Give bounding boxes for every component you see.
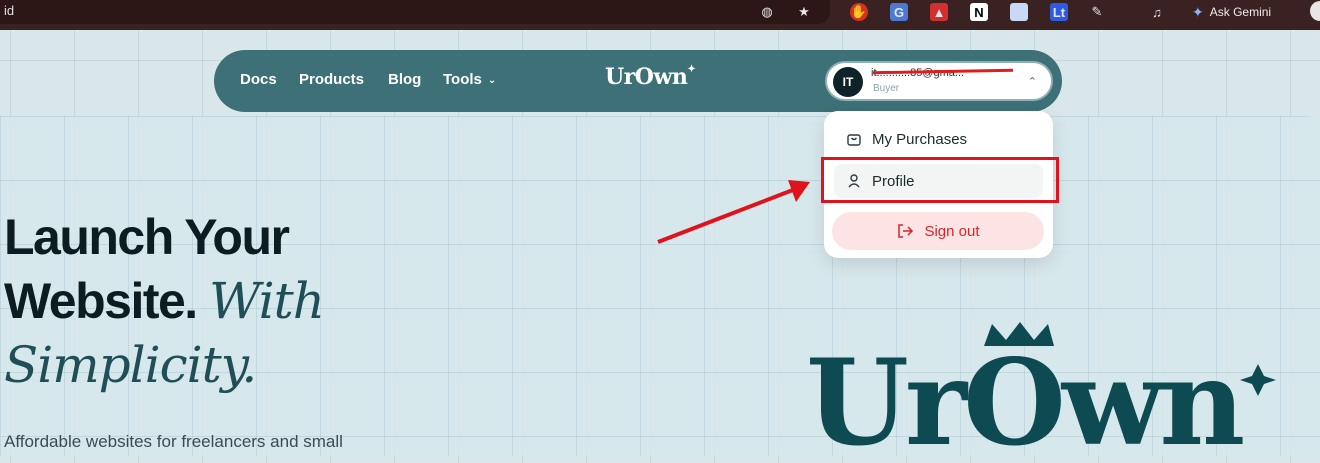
annotation-highlight-box — [821, 157, 1059, 203]
hero-title-italic: With — [209, 272, 325, 330]
sparkle-icon: ✦ — [687, 64, 696, 75]
brand-logo[interactable]: UrOwn✦ — [605, 64, 696, 90]
hero-logo: UrOwn — [806, 320, 1286, 463]
sign-out-button[interactable]: Sign out — [832, 212, 1044, 250]
sign-out-icon — [898, 224, 914, 238]
nav-link-blog[interactable]: Blog — [388, 71, 421, 88]
translate-extension-icon[interactable]: G — [890, 3, 908, 21]
nav-link-products[interactable]: Products — [299, 71, 364, 88]
extension-red-icon[interactable]: ▲ — [930, 3, 948, 21]
nav-link-tools-label: Tools — [443, 71, 482, 88]
ask-gemini-label: Ask Gemini — [1209, 5, 1272, 19]
notion-extension-icon[interactable]: N — [970, 3, 988, 21]
user-menu-toggle[interactable]: IT it...........85@gma... Buyer ⌃ — [825, 61, 1053, 101]
site-navbar: Docs Products Blog Tools ⌄ UrOwn✦ IT it.… — [214, 50, 1062, 112]
puzzle-extensions-icon[interactable]: ✎ — [1088, 3, 1106, 21]
bookmark-star-icon[interactable]: ★ — [795, 3, 813, 21]
gemini-spark-icon: ✦ — [1192, 3, 1204, 20]
nav-tools-dropdown[interactable]: Tools ⌄ — [443, 71, 496, 88]
hero-title-line-1: Launch Your — [4, 209, 290, 265]
user-role: Buyer — [873, 83, 900, 94]
chevron-down-icon: ⌄ — [487, 75, 497, 86]
address-bar[interactable]: id ◍ ★ — [0, 0, 830, 24]
avatar: IT — [833, 67, 863, 97]
sign-out-label: Sign out — [924, 222, 980, 240]
chevron-up-icon: ⌃ — [1027, 76, 1037, 88]
brand-logo-text: UrOwn — [605, 64, 688, 90]
lt-extension-icon[interactable]: Lt — [1050, 3, 1068, 21]
address-bar-text: id — [4, 3, 15, 18]
ask-gemini-button[interactable]: ✦ Ask Gemini — [1192, 2, 1271, 22]
nav-link-docs[interactable]: Docs — [240, 71, 277, 88]
shopping-bag-icon — [847, 134, 861, 146]
hero-title-bold: Website. — [4, 273, 198, 329]
hero-logo-text: UrOwn — [806, 333, 1245, 463]
browser-profile-avatar[interactable] — [1310, 1, 1320, 21]
eye-off-icon[interactable]: ◍ — [758, 3, 776, 21]
browser-toolbar: id ◍ ★ ✋ G ▲ N Lt ✎ ♫ ✦ Ask Gemini — [0, 0, 1320, 30]
hero-subtitle: Affordable websites for freelancers and … — [4, 432, 343, 451]
media-queue-icon[interactable]: ♫ — [1148, 3, 1166, 21]
menu-item-label: My Purchases — [872, 130, 968, 148]
hero-title: Launch Your Website. With Simplicity. — [4, 205, 325, 397]
extension-hand-icon[interactable]: ✋ — [850, 3, 868, 21]
menu-item-my-purchases[interactable]: My Purchases — [834, 122, 1043, 156]
hero-title-line-2: Website. With — [4, 269, 325, 333]
hero-title-line-3: Simplicity. — [4, 336, 257, 394]
annotation-arrow — [657, 180, 810, 244]
doc-extension-icon[interactable] — [1010, 3, 1028, 21]
